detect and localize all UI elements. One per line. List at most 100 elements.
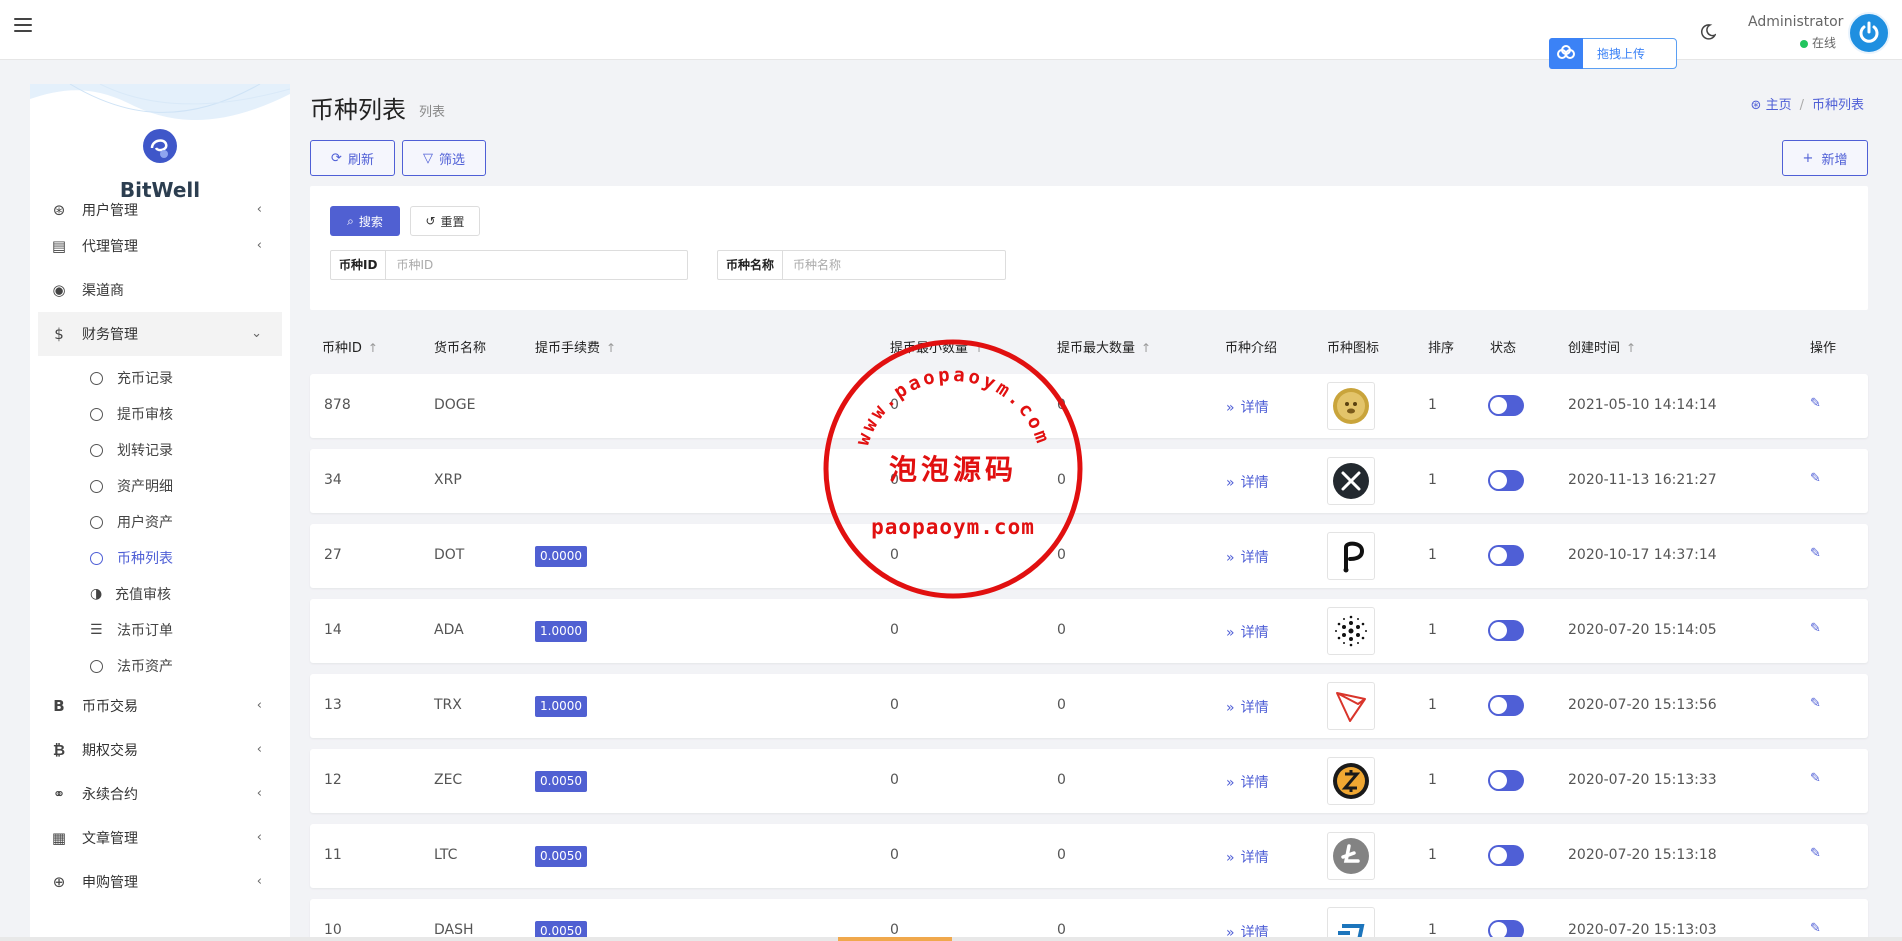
status-toggle[interactable] xyxy=(1488,695,1524,716)
add-button[interactable]: + 新增 xyxy=(1782,140,1868,176)
cell-name: DOT xyxy=(434,547,465,563)
sidebar-item-label: 申购管理 xyxy=(82,875,138,891)
detail-link[interactable]: » 详情 xyxy=(1226,547,1269,567)
sidebar-item-label: 文章管理 xyxy=(82,831,138,847)
refresh-button[interactable]: ⟳ 刷新 xyxy=(310,140,395,176)
doge-coin-icon xyxy=(1327,382,1375,430)
dark-mode-moon-icon[interactable] xyxy=(1700,24,1717,40)
edit-icon[interactable]: ✎ xyxy=(1810,471,1821,486)
sidebar-item-channel[interactable]: ◉ 渠道商 xyxy=(30,268,290,312)
submenu-deposit-records[interactable]: 充币记录 xyxy=(30,360,290,396)
status-toggle[interactable] xyxy=(1488,620,1524,641)
detail-link[interactable]: » 详情 xyxy=(1226,622,1269,642)
status-toggle[interactable] xyxy=(1488,770,1524,791)
search-button[interactable]: ⌕ 搜索 xyxy=(330,206,400,236)
sidebar-item-article-management[interactable]: ▦ 文章管理 ‹ xyxy=(30,816,290,860)
sidebar-item-perpetual-contract[interactable]: ⚭ 永续合约 ‹ xyxy=(30,772,290,816)
status-toggle[interactable] xyxy=(1488,845,1524,866)
breadcrumb-current: 币种列表 xyxy=(1811,98,1864,113)
col-currency-id[interactable]: 币种ID ↑ xyxy=(322,337,378,356)
chevron-left-icon: ‹ xyxy=(256,238,262,253)
submenu-recharge-review[interactable]: ◑ 充值审核 xyxy=(30,576,290,612)
detail-link[interactable]: » 详情 xyxy=(1226,847,1269,867)
sidebar-item-options-trading[interactable]: ₿ 期权交易 ‹ xyxy=(30,728,290,772)
cell-id: 12 xyxy=(324,772,342,788)
sort-arrow-icon[interactable]: ↑ xyxy=(974,341,984,355)
avatar[interactable] xyxy=(1848,12,1890,54)
cardano-coin-icon xyxy=(1327,607,1375,655)
status-toggle[interactable] xyxy=(1488,545,1524,566)
col-withdraw-min[interactable]: 提币最小数量 ↑ xyxy=(890,337,984,356)
dash-coin-icon xyxy=(1327,907,1375,941)
table-row: 11 LTC 0.0050 0 0 » 详情 1 2020-07-20 15:13:18 ✎ xyxy=(310,824,1868,888)
detail-link[interactable]: » 详情 xyxy=(1226,697,1269,717)
col-status: 状态 xyxy=(1490,341,1517,356)
sidebar-item-finance[interactable]: $ 财务管理 ⌄ xyxy=(38,312,282,356)
search-icon: ⌕ xyxy=(347,213,354,228)
cell-max: 0 xyxy=(1057,847,1066,863)
cell-max: 0 xyxy=(1057,922,1066,938)
status-toggle[interactable] xyxy=(1488,470,1524,491)
sort-arrow-icon[interactable]: ↑ xyxy=(606,341,616,355)
polkadot-coin-icon xyxy=(1327,532,1375,580)
status-toggle[interactable] xyxy=(1488,395,1524,416)
link-icon: ⚭ xyxy=(52,785,66,803)
sidebar-item-label: 币币交易 xyxy=(82,699,138,715)
scrollbar-thumb[interactable] xyxy=(838,937,952,941)
page-title: 币种列表 xyxy=(310,96,406,124)
sidebar-item-subscription-management[interactable]: ⊕ 申购管理 ‹ xyxy=(30,860,290,904)
submenu-fiat-orders[interactable]: ☰ 法币订单 xyxy=(30,612,290,648)
table-header: 币种ID ↑ 货币名称 提币手续费 ↑ 提币最小数量 ↑ 提币最大数量 ↑ 币种介绍 币… xyxy=(310,330,1868,360)
detail-link[interactable]: » 详情 xyxy=(1226,772,1269,792)
cell-max: 0 xyxy=(1057,697,1066,713)
filter-icon: ▽ xyxy=(422,150,433,166)
dashboard-icon: ⊛ xyxy=(1750,98,1762,113)
admin-name[interactable]: Administrator xyxy=(1748,14,1843,30)
detail-link[interactable]: » 详情 xyxy=(1226,397,1269,417)
edit-icon[interactable]: ✎ xyxy=(1810,921,1821,936)
sort-arrow-icon[interactable]: ↑ xyxy=(368,341,378,355)
submenu-currency-list[interactable]: 币种列表 xyxy=(30,540,290,576)
filter-button[interactable]: ▽ 筛选 xyxy=(402,140,486,176)
breadcrumb-home[interactable]: 主页 xyxy=(1766,98,1792,113)
sidebar-item-agent-management[interactable]: ▤ 代理管理 ‹ xyxy=(30,224,290,268)
col-withdraw-max[interactable]: 提币最大数量 ↑ xyxy=(1057,337,1151,356)
cell-id: 10 xyxy=(324,922,342,938)
sidebar-item-label: 代理管理 xyxy=(82,239,138,255)
sidebar-item-coin-trading[interactable]: B 币币交易 ‹ xyxy=(30,684,290,728)
col-currency-name: 货币名称 xyxy=(434,341,487,356)
horizontal-scrollbar[interactable] xyxy=(0,937,1902,941)
sort-arrow-icon[interactable]: ↑ xyxy=(1141,341,1151,355)
edit-icon[interactable]: ✎ xyxy=(1810,771,1821,786)
sidebar-menu: ⊛ 用户管理 ‹ ▤ 代理管理 ‹ ◉ 渠道商 $ 财务管理 ⌄ 充币记录 提币… xyxy=(30,201,290,904)
list-icon: ☰ xyxy=(90,622,103,638)
online-dot-icon xyxy=(1800,39,1808,48)
edit-icon[interactable]: ✎ xyxy=(1810,621,1821,636)
submenu-withdraw-review[interactable]: 提币审核 xyxy=(30,396,290,432)
hamburger-menu-icon[interactable] xyxy=(14,18,32,34)
submenu-asset-details[interactable]: 资产明细 xyxy=(30,468,290,504)
submenu-fiat-assets[interactable]: 法币资产 xyxy=(30,648,290,684)
sort-arrow-icon[interactable]: ↑ xyxy=(1626,341,1636,355)
edit-icon[interactable]: ✎ xyxy=(1810,396,1821,411)
currency-name-label: 币种名称 xyxy=(718,251,784,279)
edit-icon[interactable]: ✎ xyxy=(1810,696,1821,711)
drag-upload-button[interactable]: 拖拽上传 xyxy=(1549,37,1677,69)
submenu-transfer-records[interactable]: 划转记录 xyxy=(30,432,290,468)
reset-button[interactable]: ↺ 重置 xyxy=(410,206,480,236)
upload-label: 拖拽上传 xyxy=(1597,47,1646,61)
edit-icon[interactable]: ✎ xyxy=(1810,846,1821,861)
submenu-user-assets[interactable]: 用户资产 xyxy=(30,504,290,540)
dashboard-icon: ⊛ xyxy=(52,201,66,219)
detail-link[interactable]: » 详情 xyxy=(1226,472,1269,492)
col-intro: 币种介绍 xyxy=(1225,341,1278,356)
cell-min: 0 xyxy=(890,847,899,863)
currency-name-input[interactable]: 币种名称 xyxy=(783,251,1005,279)
sidebar-item-user-management[interactable]: ⊛ 用户管理 ‹ xyxy=(30,196,290,224)
edit-icon[interactable]: ✎ xyxy=(1810,546,1821,561)
cell-id: 34 xyxy=(324,472,342,488)
currency-id-input[interactable]: 币种ID xyxy=(386,251,687,279)
col-created-time[interactable]: 创建时间 ↑ xyxy=(1568,337,1636,356)
col-withdraw-fee[interactable]: 提币手续费 ↑ xyxy=(535,337,616,356)
top-bar: 拖拽上传 Administrator 在线 xyxy=(0,0,1902,69)
